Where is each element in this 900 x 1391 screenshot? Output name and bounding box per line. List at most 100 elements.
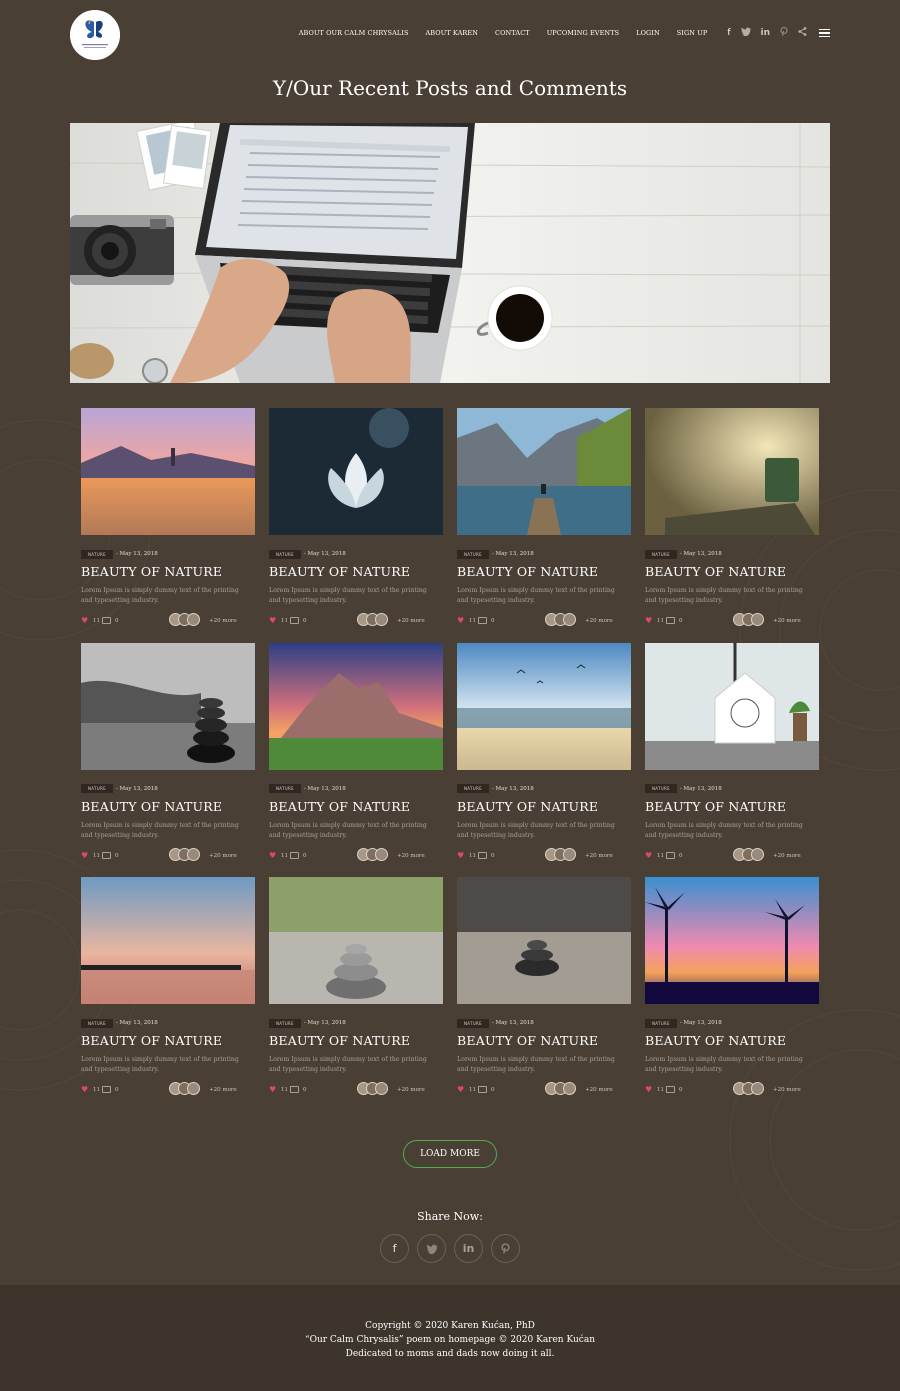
avatar-group[interactable] [357, 1082, 388, 1095]
post-thumbnail[interactable] [81, 408, 255, 535]
post-title[interactable]: BEAUTY OF NATURE [81, 564, 222, 579]
category-badge[interactable]: NATURE [269, 549, 301, 559]
avatar-group[interactable] [545, 1082, 576, 1095]
post-title[interactable]: BEAUTY OF NATURE [457, 799, 598, 814]
comment-icon[interactable] [478, 617, 487, 624]
heart-icon[interactable]: ♥ [81, 616, 88, 625]
more-count[interactable]: +20 more [773, 1087, 801, 1093]
category-badge[interactable]: NATURE [645, 549, 677, 559]
post-thumbnail[interactable] [645, 877, 819, 1004]
menu-icon[interactable] [819, 28, 830, 38]
more-count[interactable]: +20 more [209, 1087, 237, 1093]
site-logo[interactable] [70, 10, 120, 60]
avatar-group[interactable] [733, 613, 764, 626]
post-title[interactable]: BEAUTY OF NATURE [81, 1033, 222, 1048]
more-count[interactable]: +20 more [209, 853, 237, 859]
comment-icon[interactable] [290, 851, 299, 859]
comment-icon[interactable] [478, 1086, 487, 1093]
avatar-group[interactable] [545, 847, 576, 861]
heart-icon[interactable]: ♥ [645, 851, 652, 860]
heart-icon[interactable]: ♥ [269, 616, 276, 625]
avatar-group[interactable] [169, 1082, 200, 1095]
category-badge[interactable]: NATURE [457, 549, 489, 559]
post-title[interactable]: BEAUTY OF NATURE [457, 1033, 598, 1048]
load-more-button[interactable]: LOAD MORE [403, 1140, 497, 1168]
category-badge[interactable]: NATURE [645, 1018, 677, 1028]
post-thumbnail[interactable] [645, 408, 819, 535]
share-icon[interactable] [798, 27, 807, 39]
post-card[interactable]: NATURE - May 13, 2018 BEAUTY OF NATURE L… [81, 408, 255, 633]
more-count[interactable]: +20 more [773, 618, 801, 624]
twitter-icon[interactable] [417, 1234, 446, 1263]
post-card[interactable]: NATURE - May 13, 2018 BEAUTY OF NATURE L… [457, 877, 631, 1102]
avatar-group[interactable] [545, 613, 576, 626]
linkedin-icon[interactable]: in [454, 1234, 483, 1263]
nav-upcoming-events[interactable]: UPCOMING EVENTS [547, 29, 619, 37]
pinterest-icon[interactable] [491, 1234, 520, 1263]
post-title[interactable]: BEAUTY OF NATURE [81, 799, 222, 814]
avatar-group[interactable] [733, 1082, 764, 1095]
comment-icon[interactable] [666, 617, 675, 624]
post-title[interactable]: BEAUTY OF NATURE [645, 564, 786, 579]
post-thumbnail[interactable] [81, 642, 255, 770]
post-card[interactable]: NATURE - May 13, 2018 BEAUTY OF NATURE L… [457, 642, 631, 868]
post-thumbnail[interactable] [457, 877, 631, 1004]
post-card[interactable]: NATURE - May 13, 2018 BEAUTY OF NATURE L… [269, 642, 443, 868]
post-card[interactable]: NATURE - May 13, 2018 BEAUTY OF NATURE L… [457, 408, 631, 633]
avatar-group[interactable] [357, 613, 388, 626]
category-badge[interactable]: NATURE [81, 784, 113, 793]
heart-icon[interactable]: ♥ [645, 616, 652, 625]
post-thumbnail[interactable] [269, 877, 443, 1004]
category-badge[interactable]: NATURE [269, 1018, 301, 1028]
comment-icon[interactable] [102, 617, 111, 624]
more-count[interactable]: +20 more [585, 1087, 613, 1093]
heart-icon[interactable]: ♥ [81, 851, 88, 860]
comment-icon[interactable] [666, 1086, 675, 1093]
post-card[interactable]: NATURE - May 13, 2018 BEAUTY OF NATURE L… [269, 877, 443, 1102]
heart-icon[interactable]: ♥ [457, 851, 464, 860]
post-title[interactable]: BEAUTY OF NATURE [269, 564, 410, 579]
post-title[interactable]: BEAUTY OF NATURE [645, 799, 786, 814]
post-title[interactable]: BEAUTY OF NATURE [457, 564, 598, 579]
comment-icon[interactable] [102, 851, 111, 859]
facebook-icon[interactable]: f [380, 1234, 409, 1263]
post-card[interactable]: NATURE - May 13, 2018 BEAUTY OF NATURE L… [269, 408, 443, 633]
nav-about-karen[interactable]: ABOUT KAREN [426, 29, 479, 37]
post-thumbnail[interactable] [457, 642, 631, 770]
comment-icon[interactable] [666, 851, 675, 859]
more-count[interactable]: +20 more [397, 1087, 425, 1093]
heart-icon[interactable]: ♥ [457, 616, 464, 625]
post-card[interactable]: NATURE - May 13, 2018 BEAUTY OF NATURE L… [645, 877, 819, 1102]
nav-sign-up[interactable]: SIGN UP [677, 29, 708, 37]
more-count[interactable]: +20 more [397, 618, 425, 624]
post-thumbnail[interactable] [269, 408, 443, 535]
category-badge[interactable]: NATURE [269, 784, 301, 793]
post-title[interactable]: BEAUTY OF NATURE [269, 1033, 410, 1048]
post-thumbnail[interactable] [645, 642, 819, 770]
more-count[interactable]: +20 more [585, 853, 613, 859]
heart-icon[interactable]: ♥ [81, 1085, 88, 1094]
nav-login[interactable]: LOGIN [636, 29, 660, 37]
heart-icon[interactable]: ♥ [645, 1085, 652, 1094]
heart-icon[interactable]: ♥ [269, 851, 276, 860]
heart-icon[interactable]: ♥ [457, 1085, 464, 1094]
twitter-icon[interactable] [740, 27, 751, 39]
more-count[interactable]: +20 more [773, 853, 801, 859]
comment-icon[interactable] [478, 851, 487, 859]
post-card[interactable]: NATURE - May 13, 2018 BEAUTY OF NATURE L… [81, 877, 255, 1102]
more-count[interactable]: +20 more [585, 618, 613, 624]
linkedin-icon[interactable]: in [761, 28, 771, 38]
heart-icon[interactable]: ♥ [269, 1085, 276, 1094]
nav-about-our-calm-chrysalis[interactable]: ABOUT OUR CALM CHRYSALIS [299, 29, 409, 37]
more-count[interactable]: +20 more [209, 618, 237, 624]
post-title[interactable]: BEAUTY OF NATURE [645, 1033, 786, 1048]
category-badge[interactable]: NATURE [457, 1018, 489, 1028]
facebook-icon[interactable]: f [727, 28, 730, 38]
post-thumbnail[interactable] [81, 877, 255, 1004]
nav-contact[interactable]: CONTACT [495, 29, 530, 37]
comment-icon[interactable] [102, 1086, 111, 1093]
comment-icon[interactable] [290, 617, 299, 624]
comment-icon[interactable] [290, 1086, 299, 1093]
avatar-group[interactable] [733, 847, 764, 861]
post-card[interactable]: NATURE - May 13, 2018 BEAUTY OF NATURE L… [645, 408, 819, 633]
